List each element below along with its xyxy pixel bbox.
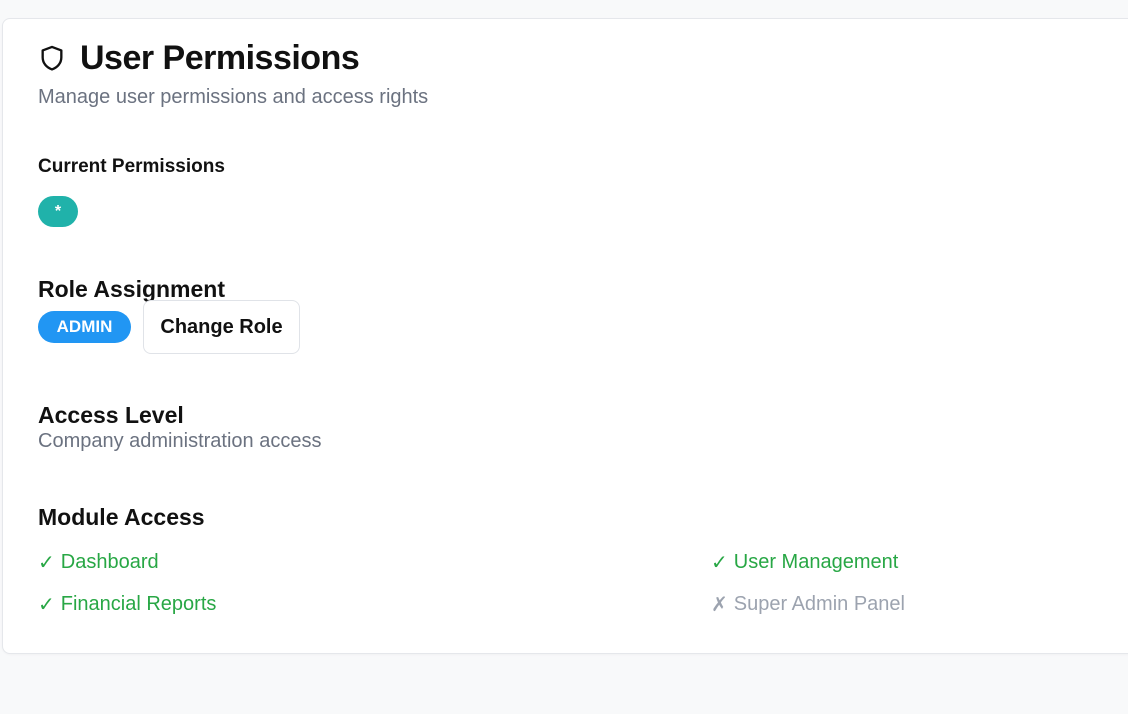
module-label: Super Admin Panel: [733, 593, 905, 615]
page-subtitle: Manage user permissions and access right…: [38, 86, 429, 108]
role-badge: ADMIN: [38, 311, 131, 343]
cross-icon: ✗: [711, 594, 728, 616]
check-icon: ✓: [38, 594, 55, 616]
permission-chip: *: [38, 196, 78, 227]
module-access-heading: Module Access: [38, 504, 205, 530]
page-header: User Permissions: [38, 38, 360, 78]
current-permissions-label: Current Permissions: [38, 156, 225, 177]
module-item-dashboard: ✓ Dashboard: [38, 550, 159, 575]
shield-icon: [38, 43, 66, 73]
module-label: Financial Reports: [60, 593, 217, 615]
module-item-financial-reports: ✓ Financial Reports: [38, 592, 216, 617]
check-icon: ✓: [38, 552, 55, 574]
module-item-user-management: ✓ User Management: [711, 550, 898, 575]
module-label: Dashboard: [60, 551, 159, 573]
access-level-description: Company administration access: [38, 430, 322, 452]
module-item-super-admin-panel: ✗ Super Admin Panel: [711, 592, 905, 617]
role-assignment-heading: Role Assignment: [38, 276, 226, 302]
access-level-heading: Access Level: [38, 402, 184, 428]
page-title: User Permissions: [80, 38, 360, 77]
module-label: User Management: [733, 551, 899, 573]
check-icon: ✓: [711, 552, 728, 574]
change-role-button[interactable]: Change Role: [143, 300, 300, 354]
